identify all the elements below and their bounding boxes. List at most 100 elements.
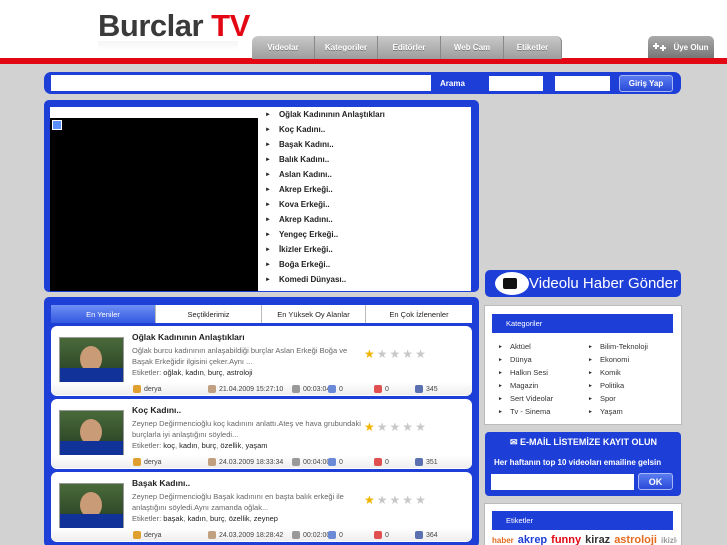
video-tag[interactable]: koç	[163, 441, 175, 450]
category-item[interactable]: ► Politika	[588, 379, 648, 392]
playlist-item[interactable]: ► Kova Erkeği..	[258, 197, 471, 212]
nav-webcam[interactable]: Web Cam	[441, 36, 504, 59]
video-tag[interactable]: burç	[202, 441, 217, 450]
star-icon[interactable]: ★	[364, 494, 375, 506]
logo-text: Burclar	[98, 8, 204, 43]
arrow-right-icon: ►	[265, 156, 271, 163]
star-icon[interactable]: ★	[377, 348, 388, 360]
video-tag[interactable]: özellik	[220, 441, 241, 450]
video-tag[interactable]: zeynep	[254, 514, 278, 523]
playlist-item[interactable]: ► Başak Kadını..	[258, 137, 471, 152]
meta-date: 24.03.2009 18:33:34	[208, 458, 283, 466]
star-icon[interactable]: ★	[377, 494, 388, 506]
playlist-item[interactable]: ► İkizler Erkeği..	[258, 242, 471, 257]
tab-sectiklerimiz[interactable]: Seçtiklerimiz	[156, 305, 262, 323]
star-icon[interactable]: ★	[390, 348, 401, 360]
site-logo[interactable]: Burclar TV	[98, 8, 250, 44]
category-item[interactable]: ► Aktüel	[498, 340, 553, 353]
category-item[interactable]: ► Yaşam	[588, 405, 648, 418]
rating-stars[interactable]: ★ ★ ★ ★ ★	[364, 494, 426, 506]
tab-en-yuksek-oy[interactable]: En Yüksek Oy Alanlar	[262, 305, 366, 323]
cloud-tag[interactable]: haber	[492, 536, 514, 545]
rating-stars[interactable]: ★ ★ ★ ★ ★	[364, 348, 426, 360]
category-label: Halkın Sesi	[509, 368, 548, 377]
video-tag[interactable]: kadın	[179, 441, 197, 450]
playlist-item[interactable]: ► Oğlak Kadınının Anlaştıkları	[258, 107, 471, 122]
star-icon[interactable]: ★	[390, 421, 401, 433]
video-player[interactable]	[50, 107, 259, 291]
playlist-item-label: İkizler Erkeği..	[278, 245, 333, 254]
tab-en-yeniler[interactable]: En Yeniler	[51, 305, 156, 323]
star-icon[interactable]: ★	[377, 421, 388, 433]
meta-user: derya	[133, 458, 162, 466]
search-input[interactable]	[51, 75, 431, 91]
heart-icon	[374, 458, 382, 466]
category-item[interactable]: ► Ekonomi	[588, 353, 648, 366]
video-tag[interactable]: oğlak	[163, 368, 181, 377]
nav-etiketler[interactable]: Etiketler	[504, 36, 562, 59]
category-label: Sert Videolar	[509, 394, 554, 403]
playlist-item[interactable]: ► Balık Kadını..	[258, 152, 471, 167]
nav-videolar[interactable]: Videolar	[252, 36, 315, 59]
video-tag[interactable]: astroloji	[227, 368, 253, 377]
playlist-item[interactable]: ► Akrep Kadını..	[258, 212, 471, 227]
category-item[interactable]: ► Bilim-Teknoloji	[588, 340, 648, 353]
star-icon[interactable]: ★	[364, 348, 375, 360]
rating-stars[interactable]: ★ ★ ★ ★ ★	[364, 421, 426, 433]
password-field[interactable]	[555, 76, 610, 91]
nav-editorler[interactable]: Editörler	[378, 36, 441, 59]
cloud-tag[interactable]: funny	[551, 535, 581, 545]
category-item[interactable]: ► Magazin	[498, 379, 553, 392]
video-title[interactable]: Başak Kadını..	[132, 478, 190, 488]
category-item[interactable]: ► Dünya	[498, 353, 553, 366]
video-tag[interactable]: burç	[210, 514, 225, 523]
playlist-item[interactable]: ► Yengeç Erkeği..	[258, 227, 471, 242]
video-thumbnail[interactable]	[59, 483, 124, 531]
video-title[interactable]: Koç Kadını..	[132, 405, 181, 415]
star-icon[interactable]: ★	[415, 348, 426, 360]
star-icon[interactable]: ★	[415, 421, 426, 433]
playlist-item[interactable]: ► Koç Kadını..	[258, 122, 471, 137]
category-item[interactable]: ► Sert Videolar	[498, 392, 553, 405]
email-field[interactable]	[491, 474, 634, 490]
newsletter-ok-button[interactable]: OK	[638, 473, 673, 490]
star-icon[interactable]: ★	[415, 494, 426, 506]
star-icon[interactable]: ★	[402, 348, 413, 360]
search-label[interactable]: Arama	[440, 79, 465, 88]
login-button[interactable]: Giriş Yap	[619, 75, 673, 92]
register-button[interactable]: Üye Olun	[648, 36, 714, 58]
playlist-item[interactable]: ► Akrep Erkeği..	[258, 182, 471, 197]
category-item[interactable]: ► Tv - Sinema	[498, 405, 553, 418]
video-thumbnail[interactable]	[59, 410, 124, 458]
category-item[interactable]: ► Spor	[588, 392, 648, 405]
playlist-item[interactable]: ► Komedi Dünyası..	[258, 272, 471, 287]
video-tag[interactable]: yaşam	[245, 441, 267, 450]
cloud-tag[interactable]: akrep	[518, 535, 547, 545]
cloud-tag[interactable]: astroloji	[614, 535, 657, 545]
video-tag[interactable]: kadın	[185, 368, 203, 377]
cloud-tag[interactable]: ikizler	[661, 536, 677, 545]
star-icon[interactable]: ★	[402, 421, 413, 433]
arrow-right-icon: ►	[265, 111, 271, 118]
star-icon[interactable]: ★	[402, 494, 413, 506]
star-icon[interactable]: ★	[390, 494, 401, 506]
cloud-tag[interactable]: kiraz	[585, 535, 610, 545]
video-thumbnail[interactable]	[59, 337, 124, 385]
playlist-item[interactable]: ► Aslan Kadını..	[258, 167, 471, 182]
star-icon[interactable]: ★	[364, 421, 375, 433]
video-tag[interactable]: başak	[163, 514, 183, 523]
video-title[interactable]: Oğlak Kadınının Anlaştıkları	[132, 332, 245, 342]
playlist-item[interactable]: ► Boğa Erkeği..	[258, 257, 471, 272]
nav-kategoriler[interactable]: Kategoriler	[315, 36, 378, 59]
username-field[interactable]	[489, 76, 543, 91]
video-item: Koç Kadını.. Zeynep Değirmencioğlu koç ka…	[51, 399, 472, 469]
video-tag[interactable]: özellik	[229, 514, 250, 523]
video-tag[interactable]: kadın	[187, 514, 205, 523]
playlist-item-label: Balık Kadını..	[278, 155, 330, 164]
category-item[interactable]: ► Komik	[588, 366, 648, 379]
video-tag[interactable]: burç	[208, 368, 223, 377]
video-item: Oğlak Kadınının Anlaştıkları Oğlak burcu …	[51, 326, 472, 396]
category-item[interactable]: ► Halkın Sesi	[498, 366, 553, 379]
tab-en-cok-izlenen[interactable]: En Çok İzlenenler	[366, 305, 472, 323]
meta-comments-value: 0	[339, 385, 343, 393]
